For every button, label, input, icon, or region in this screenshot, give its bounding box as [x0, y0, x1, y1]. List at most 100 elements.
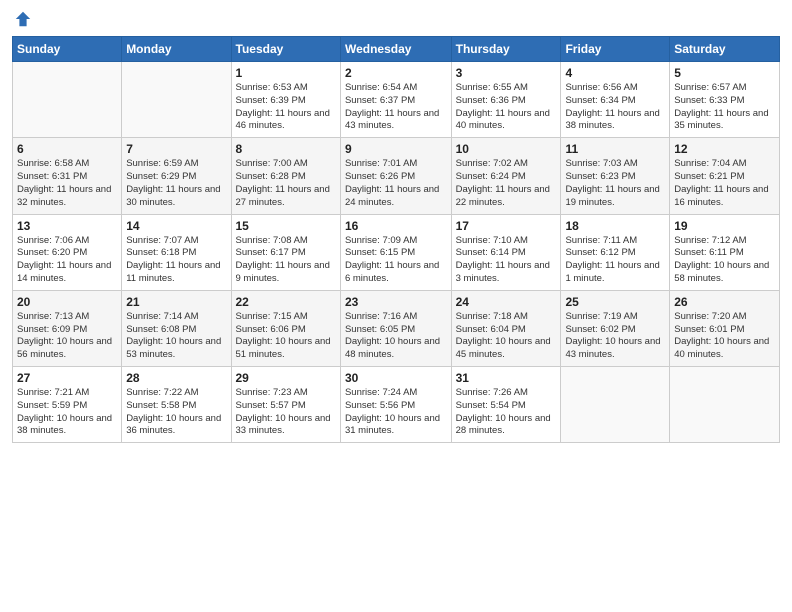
day-info: Sunrise: 7:00 AM Sunset: 6:28 PM Dayligh…	[236, 158, 336, 209]
day-number: 21	[126, 295, 226, 309]
week-row-4: 20 Sunrise: 7:13 AM Sunset: 6:09 PM Dayli…	[13, 290, 780, 366]
day-info: Sunrise: 6:59 AM Sunset: 6:29 PM Dayligh…	[126, 158, 226, 209]
calendar-cell: 6Sunrise: 6:58 AM Sunset: 6:31 PM Daylig…	[13, 138, 122, 214]
day-number: 1	[236, 66, 336, 80]
calendar-cell: 26 Sunrise: 7:20 AM Sunset: 6:01 PM Dayli…	[670, 290, 780, 366]
day-number: 3	[456, 66, 557, 80]
day-number: 13	[17, 219, 117, 233]
day-info: Sunrise: 7:15 AM Sunset: 6:06 PM Dayligh…	[236, 311, 336, 362]
weekday-header-tuesday: Tuesday	[231, 37, 340, 62]
day-info: Sunrise: 6:53 AM Sunset: 6:39 PM Dayligh…	[236, 82, 336, 133]
calendar-cell: 14 Sunrise: 7:07 AM Sunset: 6:18 PM Dayli…	[122, 214, 231, 290]
day-number: 8	[236, 142, 336, 156]
day-info: Sunrise: 7:19 AM Sunset: 6:02 PM Dayligh…	[565, 311, 665, 362]
day-number: 16	[345, 219, 447, 233]
day-info: Sunrise: 7:22 AM Sunset: 5:58 PM Dayligh…	[126, 387, 226, 438]
day-number: 26	[674, 295, 775, 309]
day-number: 20	[17, 295, 117, 309]
day-info: Sunrise: 7:07 AM Sunset: 6:18 PM Dayligh…	[126, 235, 226, 286]
calendar-cell: 30 Sunrise: 7:24 AM Sunset: 5:56 PM Dayli…	[340, 367, 451, 443]
day-info: Sunrise: 6:55 AM Sunset: 6:36 PM Dayligh…	[456, 82, 557, 133]
calendar-cell	[13, 62, 122, 138]
day-number: 7	[126, 142, 226, 156]
calendar-cell: 10 Sunrise: 7:02 AM Sunset: 6:24 PM Dayli…	[451, 138, 561, 214]
week-row-2: 6Sunrise: 6:58 AM Sunset: 6:31 PM Daylig…	[13, 138, 780, 214]
day-number: 14	[126, 219, 226, 233]
calendar-cell: 22 Sunrise: 7:15 AM Sunset: 6:06 PM Dayli…	[231, 290, 340, 366]
day-number: 30	[345, 371, 447, 385]
calendar-cell	[561, 367, 670, 443]
calendar-cell: 7 Sunrise: 6:59 AM Sunset: 6:29 PM Daylig…	[122, 138, 231, 214]
day-info: Sunrise: 7:14 AM Sunset: 6:08 PM Dayligh…	[126, 311, 226, 362]
day-info: Sunrise: 7:03 AM Sunset: 6:23 PM Dayligh…	[565, 158, 665, 209]
calendar-cell: 24 Sunrise: 7:18 AM Sunset: 6:04 PM Dayli…	[451, 290, 561, 366]
day-info: Sunrise: 7:04 AM Sunset: 6:21 PM Dayligh…	[674, 158, 775, 209]
day-number: 5	[674, 66, 775, 80]
weekday-header-row: SundayMondayTuesdayWednesdayThursdayFrid…	[13, 37, 780, 62]
weekday-header-friday: Friday	[561, 37, 670, 62]
day-number: 24	[456, 295, 557, 309]
calendar-cell: 9 Sunrise: 7:01 AM Sunset: 6:26 PM Daylig…	[340, 138, 451, 214]
calendar-cell: 15Sunrise: 7:08 AM Sunset: 6:17 PM Dayli…	[231, 214, 340, 290]
calendar-cell	[122, 62, 231, 138]
calendar-cell: 8 Sunrise: 7:00 AM Sunset: 6:28 PM Daylig…	[231, 138, 340, 214]
day-info: Sunrise: 7:16 AM Sunset: 6:05 PM Dayligh…	[345, 311, 447, 362]
weekday-header-thursday: Thursday	[451, 37, 561, 62]
calendar-cell: 5 Sunrise: 6:57 AM Sunset: 6:33 PM Daylig…	[670, 62, 780, 138]
day-number: 28	[126, 371, 226, 385]
calendar-cell: 11 Sunrise: 7:03 AM Sunset: 6:23 PM Dayli…	[561, 138, 670, 214]
calendar-cell: 1 Sunrise: 6:53 AM Sunset: 6:39 PM Daylig…	[231, 62, 340, 138]
week-row-1: 1 Sunrise: 6:53 AM Sunset: 6:39 PM Daylig…	[13, 62, 780, 138]
calendar-cell: 2Sunrise: 6:54 AM Sunset: 6:37 PM Daylig…	[340, 62, 451, 138]
day-info: Sunrise: 7:11 AM Sunset: 6:12 PM Dayligh…	[565, 235, 665, 286]
day-info: Sunrise: 7:12 AM Sunset: 6:11 PM Dayligh…	[674, 235, 775, 286]
calendar-cell: 29Sunrise: 7:23 AM Sunset: 5:57 PM Dayli…	[231, 367, 340, 443]
day-info: Sunrise: 7:13 AM Sunset: 6:09 PM Dayligh…	[17, 311, 117, 362]
day-info: Sunrise: 7:02 AM Sunset: 6:24 PM Dayligh…	[456, 158, 557, 209]
day-number: 12	[674, 142, 775, 156]
calendar-cell: 23 Sunrise: 7:16 AM Sunset: 6:05 PM Dayli…	[340, 290, 451, 366]
weekday-header-sunday: Sunday	[13, 37, 122, 62]
calendar-cell: 28 Sunrise: 7:22 AM Sunset: 5:58 PM Dayli…	[122, 367, 231, 443]
day-info: Sunrise: 7:01 AM Sunset: 6:26 PM Dayligh…	[345, 158, 447, 209]
logo-text	[12, 10, 32, 28]
day-number: 17	[456, 219, 557, 233]
page: SundayMondayTuesdayWednesdayThursdayFrid…	[0, 0, 792, 612]
week-row-3: 13 Sunrise: 7:06 AM Sunset: 6:20 PM Dayli…	[13, 214, 780, 290]
header	[12, 10, 780, 28]
calendar-cell: 17Sunrise: 7:10 AM Sunset: 6:14 PM Dayli…	[451, 214, 561, 290]
day-info: Sunrise: 7:24 AM Sunset: 5:56 PM Dayligh…	[345, 387, 447, 438]
day-info: Sunrise: 7:06 AM Sunset: 6:20 PM Dayligh…	[17, 235, 117, 286]
day-number: 22	[236, 295, 336, 309]
day-info: Sunrise: 6:58 AM Sunset: 6:31 PM Dayligh…	[17, 158, 117, 209]
logo	[12, 10, 32, 28]
day-info: Sunrise: 6:57 AM Sunset: 6:33 PM Dayligh…	[674, 82, 775, 133]
day-info: Sunrise: 7:20 AM Sunset: 6:01 PM Dayligh…	[674, 311, 775, 362]
day-info: Sunrise: 7:18 AM Sunset: 6:04 PM Dayligh…	[456, 311, 557, 362]
week-row-5: 27Sunrise: 7:21 AM Sunset: 5:59 PM Dayli…	[13, 367, 780, 443]
day-number: 9	[345, 142, 447, 156]
day-number: 18	[565, 219, 665, 233]
day-number: 11	[565, 142, 665, 156]
day-number: 29	[236, 371, 336, 385]
day-number: 10	[456, 142, 557, 156]
calendar-cell: 19 Sunrise: 7:12 AM Sunset: 6:11 PM Dayli…	[670, 214, 780, 290]
day-number: 23	[345, 295, 447, 309]
calendar-cell: 12 Sunrise: 7:04 AM Sunset: 6:21 PM Dayli…	[670, 138, 780, 214]
day-info: Sunrise: 7:09 AM Sunset: 6:15 PM Dayligh…	[345, 235, 447, 286]
day-number: 19	[674, 219, 775, 233]
logo-icon	[14, 10, 32, 28]
calendar-cell: 31Sunrise: 7:26 AM Sunset: 5:54 PM Dayli…	[451, 367, 561, 443]
calendar-cell: 21 Sunrise: 7:14 AM Sunset: 6:08 PM Dayli…	[122, 290, 231, 366]
calendar-cell: 16 Sunrise: 7:09 AM Sunset: 6:15 PM Dayli…	[340, 214, 451, 290]
calendar-cell	[670, 367, 780, 443]
day-info: Sunrise: 6:54 AM Sunset: 6:37 PM Dayligh…	[345, 82, 447, 133]
weekday-header-saturday: Saturday	[670, 37, 780, 62]
day-info: Sunrise: 6:56 AM Sunset: 6:34 PM Dayligh…	[565, 82, 665, 133]
day-info: Sunrise: 7:26 AM Sunset: 5:54 PM Dayligh…	[456, 387, 557, 438]
weekday-header-wednesday: Wednesday	[340, 37, 451, 62]
weekday-header-monday: Monday	[122, 37, 231, 62]
calendar-cell: 13 Sunrise: 7:06 AM Sunset: 6:20 PM Dayli…	[13, 214, 122, 290]
calendar-cell: 3 Sunrise: 6:55 AM Sunset: 6:36 PM Daylig…	[451, 62, 561, 138]
day-number: 27	[17, 371, 117, 385]
